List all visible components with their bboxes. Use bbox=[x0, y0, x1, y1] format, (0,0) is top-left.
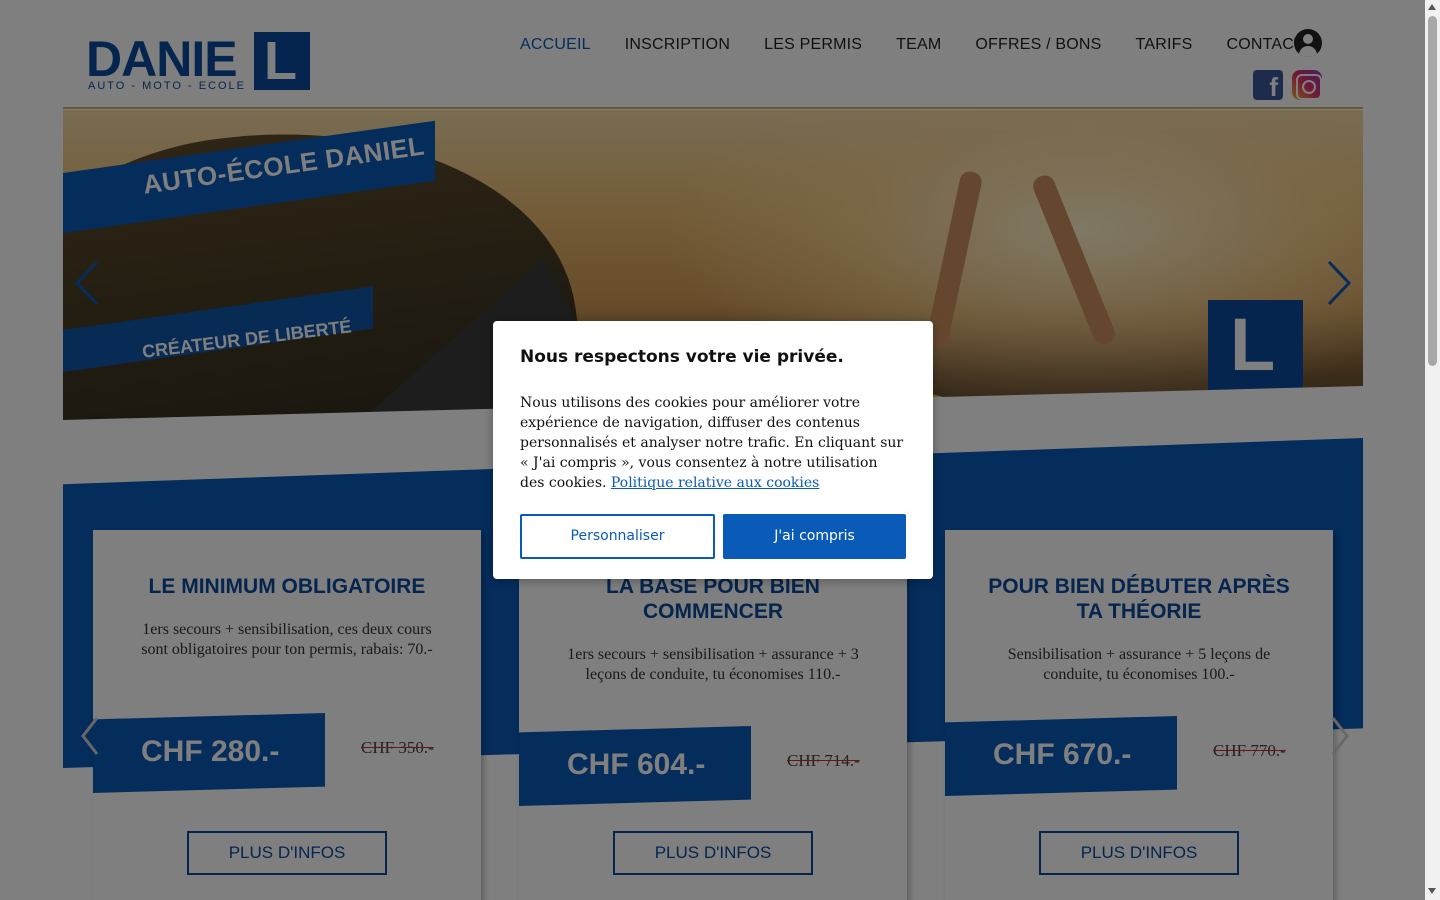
page-scrollbar[interactable] bbox=[1425, 0, 1440, 900]
accept-cookies-button[interactable]: J'ai compris bbox=[723, 514, 906, 559]
scroll-down-arrow-icon[interactable] bbox=[1428, 888, 1436, 894]
cookie-dialog-text: Nous utilisons des cookies pour améliore… bbox=[520, 393, 906, 493]
cookie-consent-dialog: Nous respectons votre vie privée. Nous u… bbox=[493, 321, 933, 579]
cookie-dialog-title: Nous respectons votre vie privée. bbox=[520, 347, 844, 367]
scroll-up-arrow-icon[interactable] bbox=[1428, 4, 1436, 10]
customize-cookies-button[interactable]: Personnaliser bbox=[520, 514, 715, 559]
scrollbar-thumb[interactable] bbox=[1428, 16, 1437, 366]
cookie-policy-link[interactable]: Politique relative aux cookies bbox=[611, 475, 819, 491]
